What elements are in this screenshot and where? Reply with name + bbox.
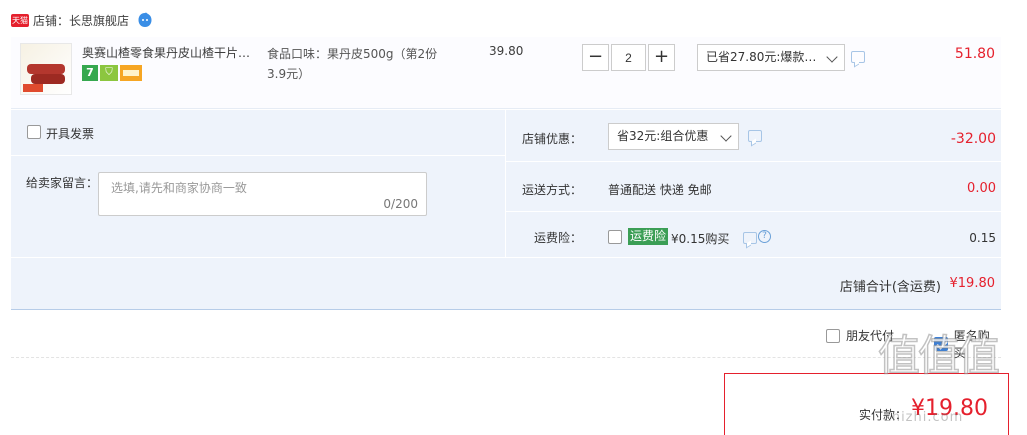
help-icon[interactable]: ? <box>758 230 771 243</box>
invoice-checkbox[interactable] <box>27 125 41 139</box>
shop-subtotal-label: 店铺合计(含运费) <box>839 280 941 295</box>
shipping-method: 普通配送 快递 免邮 <box>608 183 712 197</box>
shop-subtotal-amount: ¥19.80 <box>949 276 996 291</box>
quantity-stepper: − + <box>582 44 675 71</box>
shipping-amount: 0.00 <box>967 181 996 196</box>
insurance-price: ¥0.15购买 <box>671 232 730 246</box>
chevron-down-icon <box>720 130 732 142</box>
comment-icon[interactable] <box>748 130 762 142</box>
insurance-checkbox[interactable] <box>608 230 622 244</box>
comment-icon[interactable] <box>851 51 865 63</box>
shop-discount-row: 店铺优惠： 省32元:组合优惠 -32.00 <box>506 110 1002 162</box>
invoice-row: 开具发票 <box>11 110 505 156</box>
guarantee-shield-icon[interactable]: ⛉ <box>100 65 118 81</box>
product-thumbnail[interactable] <box>20 43 72 95</box>
quantity-decrease-button[interactable]: − <box>582 44 609 71</box>
shop-discount-value: 省32元:组合优惠 <box>617 129 709 143</box>
shop-discount-select[interactable]: 省32元:组合优惠 <box>608 123 739 150</box>
wangwang-chat-icon[interactable] <box>137 12 153 28</box>
payment-amount: ¥19.80 <box>911 396 988 421</box>
shop-options: 店铺优惠： 省32元:组合优惠 -32.00 运送方式： 普通配送 快递 免邮 … <box>505 110 1002 257</box>
seven-day-return-icon[interactable]: 7 <box>82 65 98 81</box>
item-total-price: 51.80 <box>954 46 995 62</box>
friend-pay-label: 朋友代付 <box>846 329 895 343</box>
item-promotion-value: 已省27.80元:爆款… <box>706 50 817 64</box>
chevron-down-icon <box>826 51 838 63</box>
checkout-options: 朋友代付 匿名购买 <box>11 318 1001 361</box>
product-sku: 食品口味：果丹皮500g（第2份3.9元） <box>267 47 438 81</box>
insurance-label: 运费险： <box>533 231 582 245</box>
anonymous-buy-checkbox[interactable] <box>934 337 948 351</box>
friend-pay-checkbox[interactable] <box>826 328 840 343</box>
shop-header: 天猫 店铺：长思旗舰店 <box>11 10 153 30</box>
tmall-logo-icon: 天猫 <box>11 13 29 27</box>
anonymous-buy-option[interactable]: 匿名购买 <box>934 327 1001 361</box>
shipping-row: 运送方式： 普通配送 快递 免邮 0.00 <box>506 162 1002 212</box>
shipping-label: 运送方式： <box>521 183 582 197</box>
order-item: 奥赛山楂零食果丹皮山楂干片卷果丹皮500g 7 ⛉ 食品口味：果丹皮500g（第… <box>11 37 1001 109</box>
insurance-tag: 运费险 <box>628 228 669 245</box>
shop-name[interactable]: 店铺：长思旗舰店 <box>33 12 129 29</box>
buyer-options: 开具发票 给卖家留言： 选填,请先和商家协商一致 0/200 <box>11 110 505 257</box>
credit-card-icon[interactable] <box>120 65 142 81</box>
quantity-increase-button[interactable]: + <box>648 44 675 71</box>
seller-message-input[interactable]: 选填,请先和商家协商一致 0/200 <box>98 172 427 216</box>
shop-discount-amount: -32.00 <box>950 131 996 147</box>
invoice-label[interactable]: 开具发票 <box>46 125 94 142</box>
shop-subtotal-row: 店铺合计(含运费) ¥19.80 <box>11 257 1001 310</box>
quantity-input[interactable] <box>611 44 646 71</box>
product-title[interactable]: 奥赛山楂零食果丹皮山楂干片卷果丹皮500g <box>82 44 262 61</box>
insurance-amount: 0.15 <box>969 231 996 245</box>
message-label: 给卖家留言： <box>26 176 99 190</box>
service-badges: 7 ⛉ <box>82 65 142 81</box>
unit-price: 39.80 <box>489 44 524 58</box>
anonymous-buy-label: 匿名购买 <box>953 329 990 360</box>
comment-icon[interactable] <box>743 232 757 244</box>
insurance-row: 运费险： 运费险 ¥0.15购买 ? 0.15 <box>506 212 1002 257</box>
payment-summary: 实付款： ¥19.80 <box>724 373 1009 435</box>
message-placeholder: 选填,请先和商家协商一致 <box>111 181 247 195</box>
payment-label: 实付款： <box>859 408 908 422</box>
friend-pay-option[interactable]: 朋友代付 <box>826 327 894 344</box>
item-promotion-select[interactable]: 已省27.80元:爆款… <box>697 44 845 71</box>
message-char-count: 0/200 <box>383 197 418 211</box>
shop-discount-label: 店铺优惠： <box>521 132 582 146</box>
order-options: 开具发票 给卖家留言： 选填,请先和商家协商一致 0/200 店铺优惠： 省32… <box>11 110 1002 310</box>
